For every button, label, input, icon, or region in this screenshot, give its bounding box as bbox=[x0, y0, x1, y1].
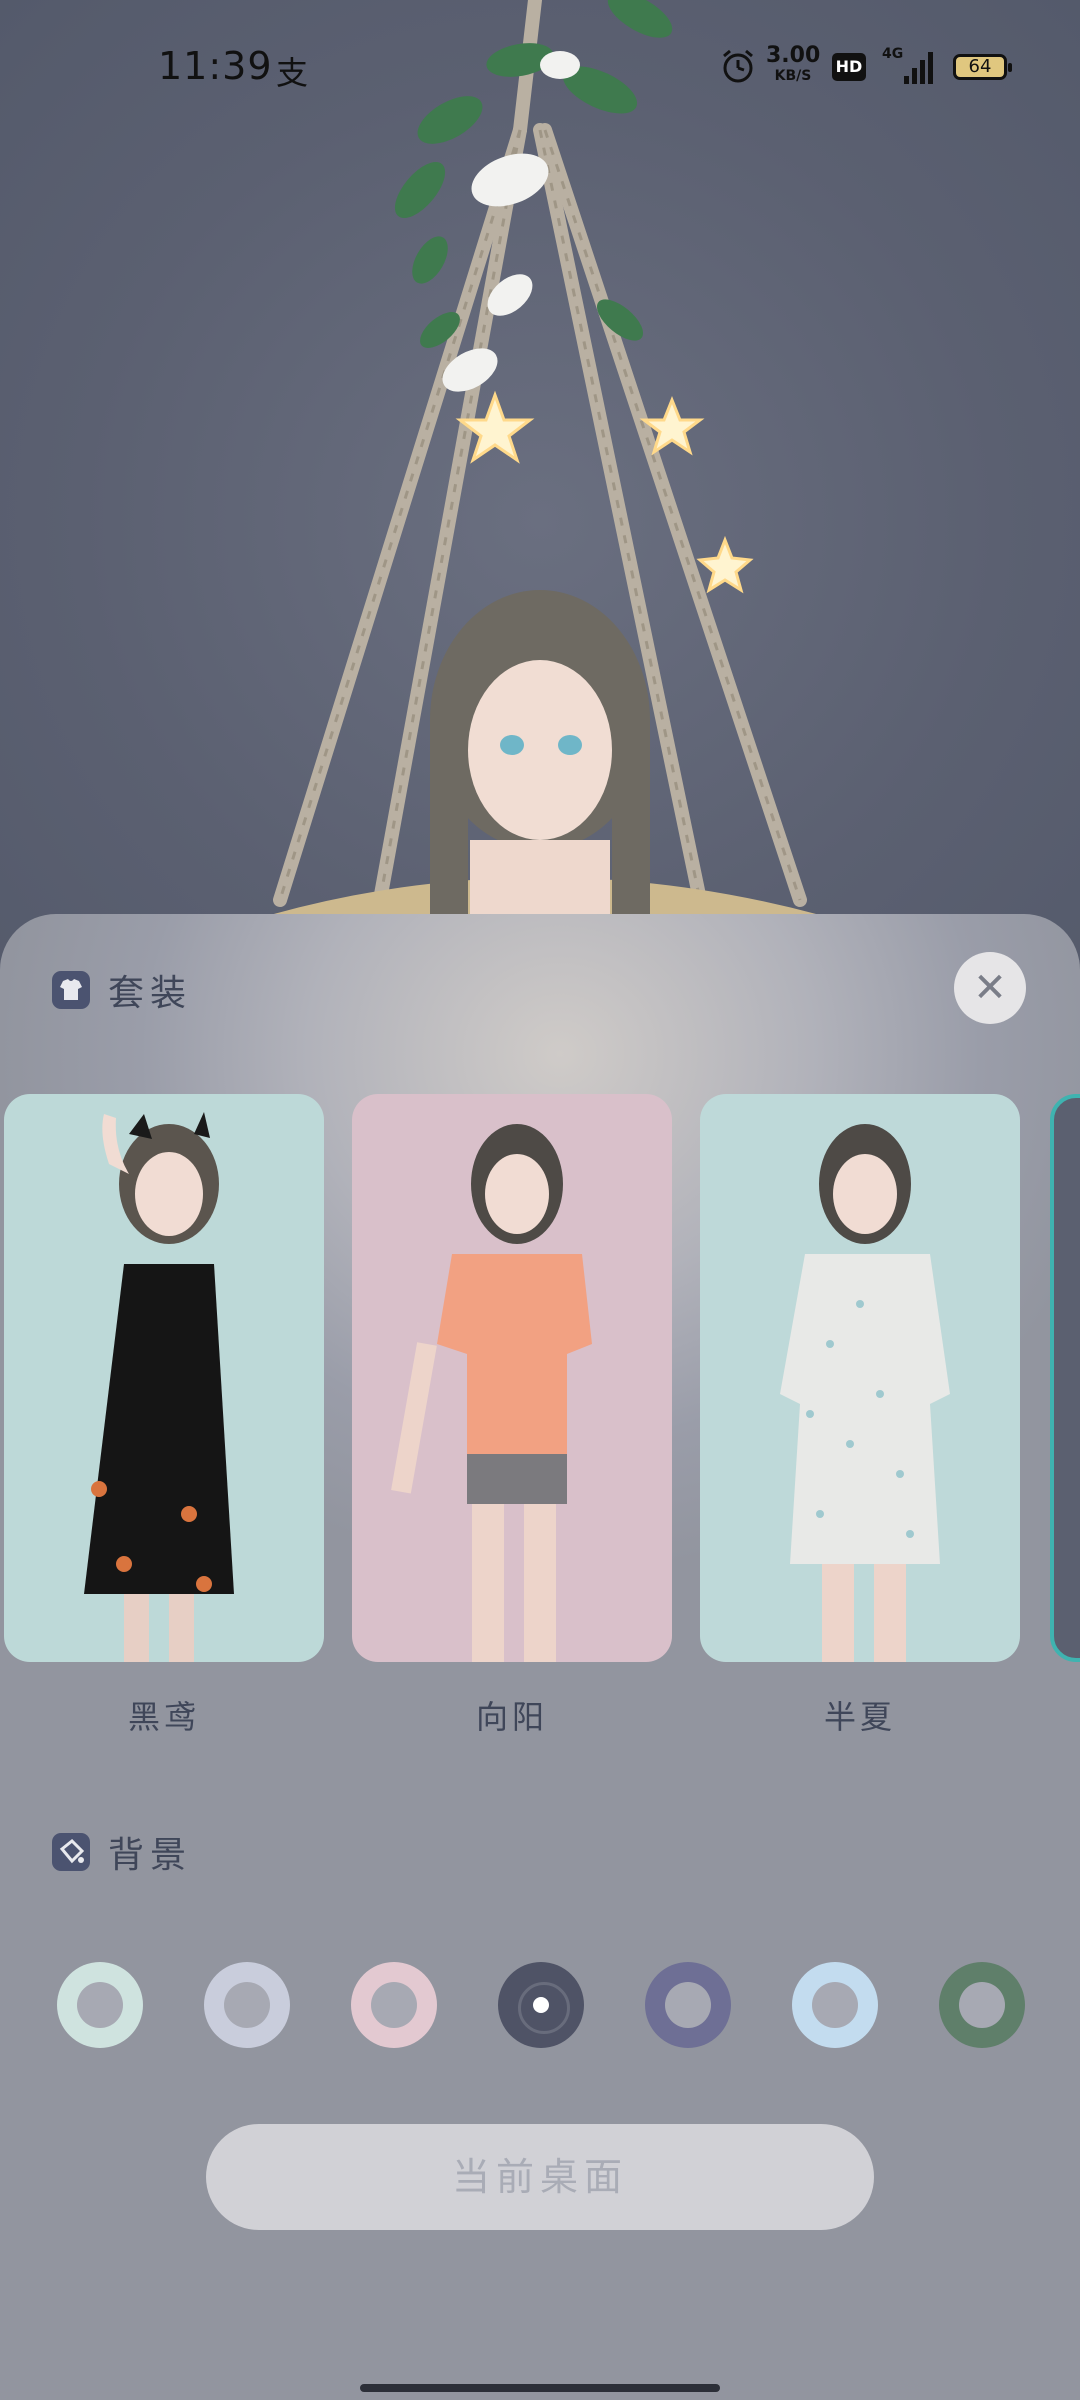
background-section-title: 背景 bbox=[108, 1835, 193, 1876]
selected-indicator bbox=[533, 1997, 549, 2013]
paint-bucket-icon bbox=[52, 1833, 90, 1871]
background-color-picker bbox=[0, 1962, 1080, 2052]
outfit-card-1-name: 黑鸢 bbox=[127, 1698, 200, 1736]
outfit-card-image bbox=[700, 1094, 1020, 1662]
swing-illustration bbox=[270, 0, 820, 960]
close-button[interactable]: ✕ bbox=[954, 952, 1026, 1024]
customize-panel: 套装 ✕ 黑鸢 向阳 半夏 背景 当前桌面 bbox=[0, 914, 1080, 2400]
outfit-card-image bbox=[4, 1094, 324, 1662]
shirt-icon bbox=[52, 971, 90, 1009]
outfit-card-3-name: 半夏 bbox=[823, 1698, 896, 1736]
color-swatch-3[interactable] bbox=[351, 1962, 437, 2048]
background-section-header: 背景 bbox=[52, 1826, 192, 1878]
color-swatch-1[interactable] bbox=[57, 1962, 143, 2048]
home-indicator[interactable] bbox=[360, 2384, 720, 2392]
outfit-card-4-partial[interactable] bbox=[1050, 1094, 1080, 1662]
hd-badge: HD bbox=[832, 53, 866, 81]
outfit-section-title: 套装 bbox=[108, 973, 193, 1014]
color-swatch-2[interactable] bbox=[204, 1962, 290, 2048]
battery-icon: 64 bbox=[953, 54, 1012, 80]
alipay-notification-icon: 支 bbox=[276, 54, 309, 92]
close-icon: ✕ bbox=[973, 965, 1007, 1011]
color-swatch-7[interactable] bbox=[939, 1962, 1025, 2048]
status-bar: 11:39 支 3.00 KB/S HD 4G 64 bbox=[0, 40, 1080, 96]
network-speed: 3.00 KB/S bbox=[766, 43, 821, 86]
outfit-card-1[interactable] bbox=[4, 1094, 324, 1662]
color-swatch-5[interactable] bbox=[645, 1962, 731, 2048]
outfit-card-image bbox=[352, 1094, 672, 1662]
set-current-desktop-button[interactable]: 当前桌面 bbox=[206, 2124, 874, 2230]
outfit-card-2-name: 向阳 bbox=[475, 1698, 548, 1736]
status-time: 11:39 bbox=[158, 44, 273, 88]
network-speed-value: 3.00 bbox=[766, 43, 821, 68]
color-swatch-6[interactable] bbox=[792, 1962, 878, 2048]
alarm-icon bbox=[720, 48, 756, 92]
outfit-section-header: 套装 bbox=[52, 964, 192, 1016]
outfit-card-3[interactable] bbox=[700, 1094, 1020, 1662]
outfit-card-2[interactable] bbox=[352, 1094, 672, 1662]
color-swatch-4-selected[interactable] bbox=[498, 1962, 584, 2048]
signal-icon: 4G bbox=[880, 46, 940, 88]
wallpaper-scene: 11:39 支 3.00 KB/S HD 4G 64 bbox=[0, 0, 1080, 960]
outfit-carousel[interactable]: 黑鸢 向阳 半夏 bbox=[0, 1094, 1080, 1736]
network-speed-unit: KB/S bbox=[774, 68, 812, 84]
